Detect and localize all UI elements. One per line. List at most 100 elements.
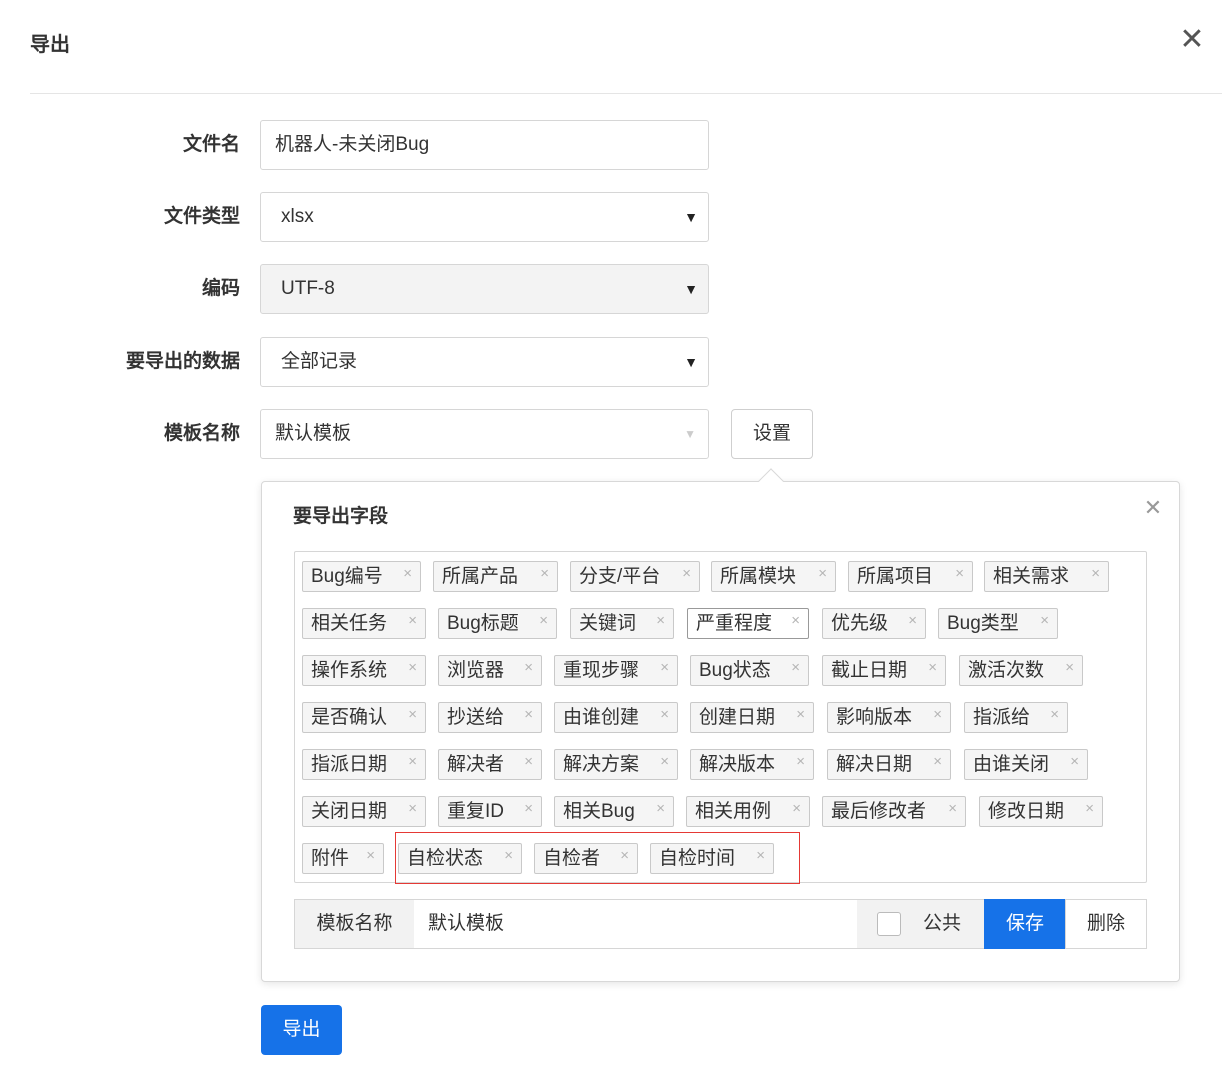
field-tag[interactable]: 自检时间 × xyxy=(650,843,774,874)
remove-tag-icon[interactable]: × xyxy=(1070,747,1079,776)
remove-tag-icon[interactable]: × xyxy=(1040,606,1049,635)
remove-tag-icon[interactable]: × xyxy=(955,559,964,588)
field-tag[interactable]: 创建日期 × xyxy=(690,702,814,733)
settings-button[interactable]: 设置 xyxy=(731,409,813,459)
remove-tag-icon[interactable]: × xyxy=(408,606,417,635)
field-tag[interactable]: 解决版本 × xyxy=(690,749,814,780)
field-tag[interactable]: 相关Bug × xyxy=(554,796,674,827)
remove-tag-icon[interactable]: × xyxy=(524,794,533,823)
field-tag[interactable]: 自检者 × xyxy=(534,843,638,874)
dialog-title: 导出 xyxy=(30,34,70,56)
field-tag[interactable]: 相关用例 × xyxy=(686,796,810,827)
remove-tag-icon[interactable]: × xyxy=(796,700,805,729)
filename-label: 文件名 xyxy=(182,134,240,155)
filename-input[interactable]: 机器人-未关闭Bug xyxy=(260,120,709,170)
field-tag[interactable]: 关闭日期 × xyxy=(302,796,426,827)
data-scope-select[interactable]: 全部记录 ▼ xyxy=(260,337,709,387)
remove-tag-icon[interactable]: × xyxy=(1091,559,1100,588)
remove-tag-icon[interactable]: × xyxy=(540,559,549,588)
field-tag[interactable]: 解决方案 × xyxy=(554,749,678,780)
public-toggle[interactable]: 公共 xyxy=(857,899,985,949)
field-tag[interactable]: 浏览器 × xyxy=(438,655,542,686)
remove-tag-icon[interactable]: × xyxy=(1085,794,1094,823)
field-tag[interactable]: 分支/平台 × xyxy=(570,561,700,592)
close-icon[interactable]: ✕ xyxy=(1176,24,1208,56)
remove-tag-icon[interactable]: × xyxy=(682,559,691,588)
remove-tag-icon[interactable]: × xyxy=(948,794,957,823)
remove-tag-icon[interactable]: × xyxy=(620,841,629,870)
filetype-select[interactable]: xlsx ▼ xyxy=(260,192,709,242)
field-tag[interactable]: 由谁创建 × xyxy=(554,702,678,733)
remove-tag-icon[interactable]: × xyxy=(366,841,375,870)
public-checkbox[interactable] xyxy=(877,912,901,936)
field-tag[interactable]: 相关需求 × xyxy=(984,561,1109,592)
field-tag[interactable]: 自检状态 × xyxy=(398,843,522,874)
field-tag[interactable]: 指派给 × xyxy=(964,702,1068,733)
remove-tag-icon[interactable]: × xyxy=(524,747,533,776)
field-tag[interactable]: Bug状态 × xyxy=(690,655,809,686)
remove-tag-icon[interactable]: × xyxy=(408,794,417,823)
field-tag[interactable]: 操作系统 × xyxy=(302,655,426,686)
field-tag[interactable]: 所属项目 × xyxy=(848,561,973,592)
field-tag[interactable]: 解决者 × xyxy=(438,749,542,780)
field-tag[interactable]: 关键词 × xyxy=(570,608,674,639)
remove-tag-icon[interactable]: × xyxy=(539,606,548,635)
export-button[interactable]: 导出 xyxy=(261,1005,342,1055)
field-tag-label: 指派给 xyxy=(973,707,1031,728)
save-button[interactable]: 保存 xyxy=(984,899,1066,949)
field-tag[interactable]: Bug编号 × xyxy=(302,561,421,592)
remove-tag-icon[interactable]: × xyxy=(524,653,533,682)
remove-tag-icon[interactable]: × xyxy=(791,606,800,635)
remove-tag-icon[interactable]: × xyxy=(933,700,942,729)
remove-tag-icon[interactable]: × xyxy=(660,747,669,776)
field-tag[interactable]: 最后修改者 × xyxy=(822,796,966,827)
template-select[interactable]: 默认模板 ▼ xyxy=(260,409,709,459)
remove-tag-icon[interactable]: × xyxy=(818,559,827,588)
field-tag[interactable]: 由谁关闭 × xyxy=(964,749,1088,780)
remove-tag-icon[interactable]: × xyxy=(908,606,917,635)
field-tag[interactable]: 指派日期 × xyxy=(302,749,426,780)
field-tag[interactable]: 严重程度 × xyxy=(687,608,809,639)
field-tag[interactable]: 所属模块 × xyxy=(711,561,836,592)
remove-tag-icon[interactable]: × xyxy=(792,794,801,823)
remove-tag-icon[interactable]: × xyxy=(660,700,669,729)
remove-tag-icon[interactable]: × xyxy=(504,841,513,870)
remove-tag-icon[interactable]: × xyxy=(796,747,805,776)
remove-tag-icon[interactable]: × xyxy=(660,653,669,682)
field-tag-label: 抄送给 xyxy=(447,707,505,728)
remove-tag-icon[interactable]: × xyxy=(524,700,533,729)
remove-tag-icon[interactable]: × xyxy=(1050,700,1059,729)
field-tag[interactable]: 抄送给 × xyxy=(438,702,542,733)
field-tag[interactable]: 重现步骤 × xyxy=(554,655,678,686)
field-tag-label: 关闭日期 xyxy=(311,801,388,822)
field-tag[interactable]: 相关任务 × xyxy=(302,608,426,639)
remove-tag-icon[interactable]: × xyxy=(408,700,417,729)
field-tag[interactable]: Bug类型 × xyxy=(938,608,1058,639)
field-tag[interactable]: 是否确认 × xyxy=(302,702,426,733)
field-tag[interactable]: Bug标题 × xyxy=(438,608,557,639)
remove-tag-icon[interactable]: × xyxy=(403,559,412,588)
field-tag[interactable]: 解决日期 × xyxy=(827,749,951,780)
field-tag[interactable]: 影响版本 × xyxy=(827,702,951,733)
encoding-select[interactable]: UTF-8 ▼ xyxy=(260,264,709,314)
remove-tag-icon[interactable]: × xyxy=(756,841,765,870)
remove-tag-icon[interactable]: × xyxy=(1065,653,1074,682)
field-tag[interactable]: 修改日期 × xyxy=(979,796,1103,827)
field-tag-label: 附件 xyxy=(311,848,350,869)
field-tag[interactable]: 优先级 × xyxy=(822,608,926,639)
field-tag[interactable]: 截止日期 × xyxy=(822,655,946,686)
remove-tag-icon[interactable]: × xyxy=(928,653,937,682)
remove-tag-icon[interactable]: × xyxy=(408,747,417,776)
field-tag[interactable]: 激活次数 × xyxy=(959,655,1083,686)
remove-tag-icon[interactable]: × xyxy=(933,747,942,776)
remove-tag-icon[interactable]: × xyxy=(408,653,417,682)
remove-tag-icon[interactable]: × xyxy=(656,794,665,823)
field-tag[interactable]: 重复ID × xyxy=(438,796,542,827)
remove-tag-icon[interactable]: × xyxy=(791,653,800,682)
delete-button[interactable]: 删除 xyxy=(1065,899,1147,949)
panel-close-icon[interactable]: ✕ xyxy=(1140,495,1166,521)
remove-tag-icon[interactable]: × xyxy=(656,606,665,635)
template-name-input[interactable]: 默认模板 xyxy=(414,899,858,949)
field-tag[interactable]: 附件 × xyxy=(302,843,384,874)
field-tag[interactable]: 所属产品 × xyxy=(433,561,558,592)
